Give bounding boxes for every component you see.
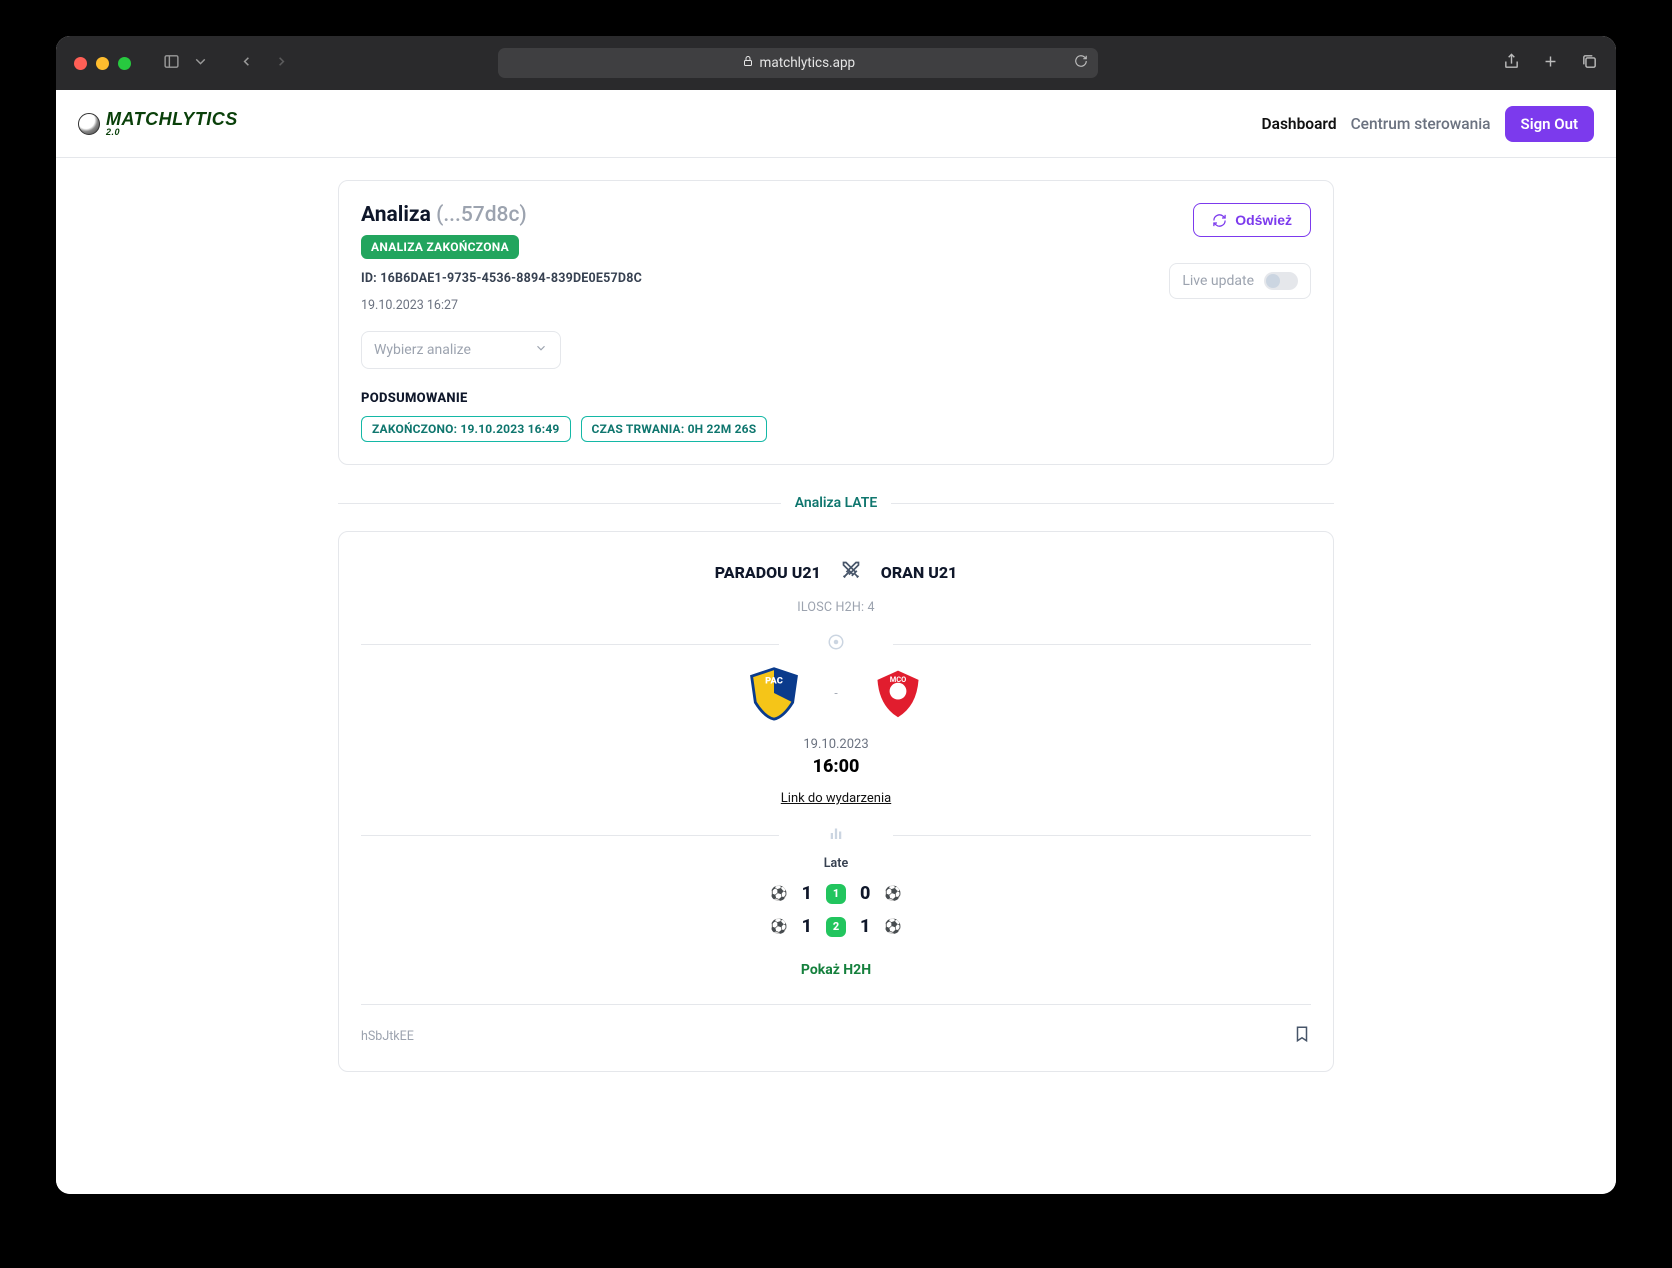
analysis-select[interactable]: Wybierz analize: [361, 331, 561, 369]
section-divider: Analiza LATE: [338, 495, 1334, 511]
maximize-window-button[interactable]: [118, 57, 131, 70]
nav-centrum[interactable]: Centrum sterowania: [1351, 115, 1491, 133]
ball-icon: ⚽: [884, 919, 901, 935]
score-separator: -: [834, 686, 837, 700]
analysis-card: Analiza (...57d8c) ANALIZA ZAKOŃCZONA ID…: [338, 180, 1334, 465]
half-badge-1: 1: [826, 884, 846, 904]
half-badge-2: 2: [826, 917, 846, 937]
live-update-label: Live update: [1182, 273, 1254, 289]
refresh-icon: [1212, 213, 1227, 228]
status-badge: ANALIZA ZAKOŃCZONA: [361, 235, 519, 259]
ball-icon: ⚽: [884, 886, 901, 902]
live-update-toggle[interactable]: Live update: [1169, 263, 1311, 299]
svg-text:MCO: MCO: [889, 675, 906, 684]
nav-forward-button[interactable]: [274, 54, 289, 73]
chip-finished: ZAKOŃCZONO: 19.10.2023 16:49: [361, 416, 571, 442]
away-team: ORAN U21: [881, 563, 958, 582]
refresh-button[interactable]: Odśwież: [1193, 203, 1311, 237]
match-footer-id: hSbJtkEE: [361, 1029, 414, 1044]
toggle-switch[interactable]: [1264, 272, 1298, 290]
chevron-down-icon: [534, 341, 548, 359]
half1-away: 0: [860, 883, 870, 904]
traffic-lights: [74, 57, 131, 70]
app-header: MATCHLYTICS 2.0 Dashboard Centrum sterow…: [56, 90, 1616, 158]
page-title: Analiza (...57d8c): [361, 203, 642, 227]
title-main: Analiza: [361, 203, 431, 227]
bookmark-icon[interactable]: [1293, 1023, 1311, 1049]
nav-back-button[interactable]: [239, 54, 254, 73]
app-logo[interactable]: MATCHLYTICS 2.0: [78, 110, 238, 137]
match-card: PARADOU U21 ORAN U21 ILOSC H2H: 4: [338, 531, 1334, 1072]
ball-icon: ⚽: [770, 886, 787, 902]
new-tab-icon[interactable]: [1542, 53, 1559, 74]
match-date: 19.10.2023: [361, 737, 1311, 752]
logo-subtext: 2.0: [106, 128, 238, 137]
ball-icon: ⚽: [770, 919, 787, 935]
half2-home: 1: [802, 916, 812, 937]
close-window-button[interactable]: [74, 57, 87, 70]
show-h2h-link[interactable]: Pokaż H2H: [801, 962, 871, 978]
browser-titlebar: matchlytics.app: [56, 36, 1616, 90]
nav-dashboard[interactable]: Dashboard: [1262, 115, 1337, 133]
home-team: PARADOU U21: [715, 563, 821, 582]
summary-heading: PODSUMOWANIE: [361, 391, 1311, 406]
event-link[interactable]: Link do wydarzenia: [781, 791, 891, 806]
refresh-label: Odśwież: [1235, 212, 1292, 228]
late-label: Late: [361, 856, 1311, 871]
match-time: 16:00: [361, 756, 1311, 777]
sidebar-toggle-icon[interactable]: [163, 53, 180, 74]
logo-text: MATCHLYTICS: [106, 110, 238, 128]
half1-home: 1: [802, 883, 812, 904]
divider-ball-icon: [361, 633, 1311, 655]
score-row-half1: ⚽ 1 1 0 ⚽: [361, 883, 1311, 904]
chip-duration: CZAS TRWANIA: 0H 22M 26S: [581, 416, 768, 442]
share-icon[interactable]: [1503, 53, 1520, 74]
tabs-icon[interactable]: [1581, 53, 1598, 74]
created-timestamp: 19.10.2023 16:27: [361, 298, 642, 313]
svg-text:PAC: PAC: [766, 676, 784, 687]
reload-icon[interactable]: [1074, 54, 1088, 72]
away-crest: MCO: [870, 665, 926, 721]
divider-chart-icon: [361, 824, 1311, 846]
score-row-half2: ⚽ 1 2 1 ⚽: [361, 916, 1311, 937]
h2h-count: ILOSC H2H: 4: [361, 600, 1311, 615]
home-crest: PAC: [746, 665, 802, 721]
half2-away: 1: [860, 916, 870, 937]
title-suffix: (...57d8c): [436, 203, 527, 227]
select-placeholder: Wybierz analize: [374, 342, 471, 358]
signout-button[interactable]: Sign Out: [1505, 106, 1594, 142]
chevron-down-icon[interactable]: [192, 53, 209, 74]
lock-icon: [742, 55, 754, 71]
minimize-window-button[interactable]: [96, 57, 109, 70]
analysis-id: ID: 16B6DAE1-9735-4536-8894-839DE0E57D8C: [361, 271, 642, 286]
soccer-ball-icon: [78, 113, 100, 135]
section-label: Analiza LATE: [781, 495, 892, 511]
versus-icon: [841, 560, 861, 584]
url-bar[interactable]: matchlytics.app: [498, 48, 1098, 78]
url-text: matchlytics.app: [760, 55, 856, 71]
